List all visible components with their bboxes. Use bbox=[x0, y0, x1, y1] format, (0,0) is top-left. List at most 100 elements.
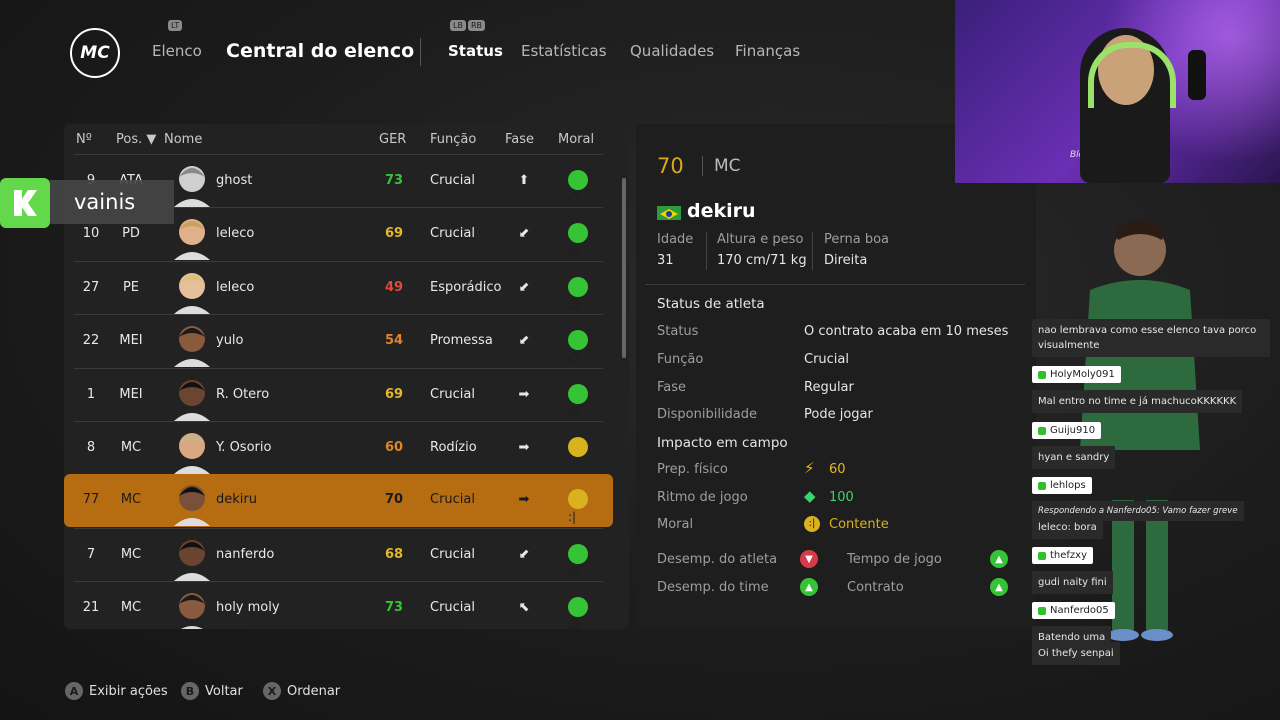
tab-estatisticas[interactable]: Estatísticas bbox=[521, 42, 607, 60]
chat-message: hyan e sandry bbox=[1032, 446, 1116, 469]
table-scrollbar[interactable] bbox=[622, 178, 626, 358]
neutral-face-icon: :| bbox=[568, 489, 588, 524]
tab-financas[interactable]: Finanças bbox=[735, 42, 800, 60]
col-num[interactable]: Nº bbox=[76, 132, 92, 147]
player-avatar bbox=[179, 593, 205, 629]
player-number: 10 bbox=[82, 226, 100, 242]
player-role: Promessa bbox=[430, 333, 493, 349]
player-position: PD bbox=[122, 226, 140, 242]
table-row[interactable]: 8 MC Y. Osorio 60 Rodízio ➡:| bbox=[74, 421, 603, 475]
chat-username: HolyMoly091 bbox=[1032, 366, 1121, 383]
idade-value: 31 bbox=[657, 253, 674, 268]
table-row[interactable]: 1 MEI R. Otero 69 Crucial ➡ ☺ bbox=[74, 367, 603, 422]
page-title: Central do elenco bbox=[226, 40, 415, 62]
lt-bumper-icon: LT bbox=[168, 20, 183, 31]
col-ger[interactable]: GER bbox=[379, 132, 406, 147]
table-row[interactable]: 27 PE leleco 49 Esporádico ⬋ ☺ bbox=[74, 260, 603, 315]
player-role: Crucial bbox=[430, 386, 475, 402]
neutral-face-icon: :| bbox=[804, 516, 820, 532]
col-fase[interactable]: Fase bbox=[505, 132, 534, 147]
player-avatar bbox=[174, 219, 210, 261]
happy-face-icon: ☺ bbox=[568, 330, 588, 365]
table-row[interactable]: 7 MC nanferdo 68 Crucial ⬋ ☺ bbox=[74, 527, 603, 582]
player-rating: 49 bbox=[384, 279, 404, 295]
player-avatar bbox=[174, 379, 210, 421]
player-form-arrow-icon: ⬉ bbox=[518, 600, 530, 616]
happy-face-icon: ☺ bbox=[568, 543, 588, 579]
happy-face-icon: ☺ bbox=[568, 276, 588, 312]
chat-username: lehlops bbox=[1032, 477, 1092, 494]
player-position: MC bbox=[120, 600, 142, 616]
altura-label: Altura e peso bbox=[717, 232, 804, 247]
player-role: Crucial bbox=[430, 226, 475, 242]
moral-label: Moral bbox=[657, 517, 694, 532]
tempo-jogo-label: Tempo de jogo bbox=[847, 552, 942, 567]
col-funcao[interactable]: Função bbox=[430, 132, 476, 147]
player-form-arrow-icon: ⬋ bbox=[518, 226, 530, 242]
player-name: yulo bbox=[216, 333, 244, 349]
player-role: Crucial bbox=[430, 173, 475, 188]
hint-ordenar[interactable]: X Ordenar bbox=[263, 682, 340, 700]
perna-label: Perna boa bbox=[824, 232, 889, 247]
thumbs-up-icon: ▲ bbox=[990, 550, 1008, 568]
b-button-icon: B bbox=[181, 682, 199, 700]
player-name: Y. Osorio bbox=[216, 440, 272, 455]
thumbs-down-icon: ▼ bbox=[800, 550, 818, 568]
table-row[interactable]: 77 MC dekiru 70 Crucial ➡:| bbox=[64, 474, 613, 528]
prep-value: 60 bbox=[829, 462, 846, 477]
player-rating: 69 bbox=[384, 226, 404, 242]
moral-value: Contente bbox=[829, 517, 889, 532]
table-row[interactable]: 22 MEI yulo 54 Promessa ⬋ ☺ bbox=[74, 314, 603, 368]
player-avatar bbox=[174, 272, 210, 314]
chat-message: nao lembrava como esse elenco tava porco… bbox=[1032, 319, 1270, 357]
player-rating: 70 bbox=[657, 154, 684, 178]
tab-qualidades[interactable]: Qualidades bbox=[630, 42, 714, 60]
player-form-arrow-icon: ➡ bbox=[518, 386, 530, 402]
brazil-flag-icon bbox=[657, 206, 681, 220]
rb-bumper-icon: RB bbox=[468, 20, 486, 31]
contrato-label: Contrato bbox=[847, 580, 904, 595]
player-form-arrow-icon: ➡ bbox=[518, 492, 530, 508]
perna-value: Direita bbox=[824, 253, 868, 268]
happy-face-icon: ☺ bbox=[568, 223, 588, 258]
table-row[interactable]: 21 MC holy moly 73 Crucial ⬉ ☺ bbox=[74, 581, 603, 629]
neutral-face-icon: :| bbox=[568, 437, 588, 472]
player-number: 8 bbox=[86, 440, 96, 455]
x-button-icon: X bbox=[263, 682, 281, 700]
player-avatar bbox=[174, 326, 210, 368]
player-form-arrow-icon: ⬋ bbox=[518, 546, 530, 562]
status-label: Status bbox=[657, 324, 699, 339]
hint-voltar[interactable]: B Voltar bbox=[181, 682, 243, 700]
divider bbox=[812, 232, 813, 270]
fase-label: Fase bbox=[657, 380, 687, 395]
chat-message: leleco: bora bbox=[1032, 516, 1103, 539]
player-avatar bbox=[174, 539, 210, 581]
happy-face-icon: ☺ bbox=[568, 383, 588, 419]
col-moral[interactable]: Moral bbox=[558, 132, 594, 147]
player-rating: 70 bbox=[384, 492, 404, 508]
chat-username: thefzxy bbox=[1032, 547, 1094, 564]
player-position: MC bbox=[714, 156, 741, 176]
status-value: O contrato acaba em 10 meses bbox=[804, 324, 1009, 339]
player-avatar bbox=[174, 433, 210, 474]
prep-label: Prep. físico bbox=[657, 462, 728, 477]
nav-elenco[interactable]: Elenco bbox=[152, 42, 202, 60]
chat-username: Guiju910 bbox=[1032, 422, 1102, 439]
player-role: Esporádico bbox=[430, 279, 502, 295]
col-name[interactable]: Nome bbox=[164, 132, 202, 147]
hint-exibir-acoes[interactable]: A Exibir ações bbox=[65, 682, 168, 700]
tab-status[interactable]: Status bbox=[448, 42, 503, 60]
player-position: MC bbox=[120, 440, 142, 455]
mc-logo: MC bbox=[70, 28, 120, 78]
player-name: leleco bbox=[216, 226, 255, 242]
player-number: 22 bbox=[82, 333, 100, 349]
section-divider bbox=[645, 284, 1025, 285]
table-header: Nº Pos. ▼ Nome GER Função Fase Moral bbox=[64, 124, 629, 154]
kick-logo-icon bbox=[0, 178, 50, 228]
player-number: 1 bbox=[86, 386, 96, 402]
player-position: MC bbox=[120, 492, 142, 508]
player-name: dekiru bbox=[687, 200, 756, 222]
col-pos[interactable]: Pos. ▼ bbox=[116, 132, 156, 147]
player-role: Crucial bbox=[430, 492, 475, 508]
impacto-heading: Impacto em campo bbox=[657, 435, 788, 451]
